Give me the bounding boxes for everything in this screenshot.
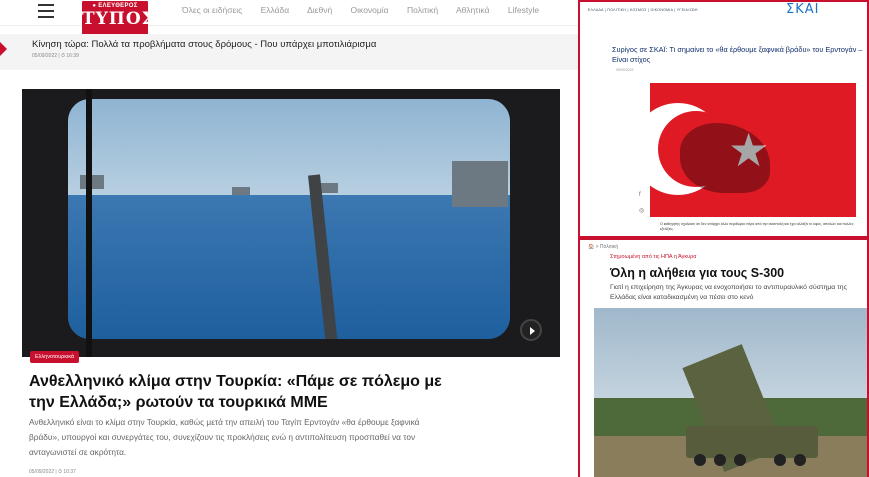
main-nav: Όλες οι ειδήσεις Ελλάδα Διεθνή Οικονομία… [182,5,555,15]
ticker-title[interactable]: Κίνηση τώρα: Πολλά τα προβλήματα στους δ… [32,39,376,50]
truck-wheel [774,454,786,466]
breadcrumb[interactable]: 🏠 > Πολιτική [588,244,618,250]
skai-article-title[interactable]: Συρίγος σε ΣΚΑΪ: Τι σημαίνει το «θα έρθο… [612,45,867,65]
window-frame-view [68,99,510,339]
nav-item-international[interactable]: Διεθνή [307,5,332,15]
image-caption: Ο καθηγητής σχολίασε ότι δεν υπάρχει άλλ… [660,222,854,231]
nav-item-sports[interactable]: Αθλητικά [456,5,490,15]
s300-subtitle: Γιατί η επιχείρηση της Άγκυρας να ενοχοπ… [610,284,847,301]
share-icon[interactable]: ◎ [639,207,644,214]
nav-item-greece[interactable]: Ελλάδα [261,5,290,15]
sky [68,99,510,195]
article-summary: Ανθελληνικό είναι το κλίμα στην Τουρκία,… [29,417,420,457]
play-video-icon[interactable] [520,319,542,341]
logo-line2: ΤΥΠΟΣ [82,9,155,29]
top-navigation-bar: ● ΕΛΕΥΘΕΡΟΣ ΤΥΠΟΣ Όλες οι ειδήσεις Ελλάδ… [0,0,578,37]
ship [80,175,104,189]
skai-article-panel: ΕΛΛΑΔΑ | ΠΟΛΙΤΙΚΗ | ΚΟΣΜΟΣ | ΟΙΚΟΝΟΜΙΑ |… [578,0,869,238]
ticker-arrow-icon [0,42,7,56]
hero-image[interactable] [22,89,560,357]
truck-wheel [734,454,746,466]
ticker-meta: 05/09/2022 | ⏱ 16:39 [32,53,79,59]
site-logo[interactable]: ● ΕΛΕΥΘΕΡΟΣ ΤΥΠΟΣ [82,1,155,37]
ship [232,187,250,195]
skai-nav[interactable]: ΕΛΛΑΔΑ | ΠΟΛΙΤΙΚΗ | ΚΟΣΜΟΣ | ΟΙΚΟΝΟΜΙΑ |… [588,8,698,12]
mast-pole [86,89,92,357]
hamburger-menu-icon[interactable] [38,4,54,18]
article-kicker: Στημοωμένη από τις ΗΠΑ η Άγκυρα [610,254,697,260]
s300-headline[interactable]: Όλη η αλήθεια για τους S-300 [610,266,784,280]
breaking-news-ticker[interactable]: Κίνηση τώρα: Πολλά τα προβλήματα στους δ… [0,34,578,70]
ship [452,161,508,207]
article-headline[interactable]: Ανθελληνικό κλίμα στην Τουρκία: «Πάμε σε… [29,371,469,413]
nav-item-all-news[interactable]: Όλες οι ειδήσεις [182,5,242,15]
skai-article-date: 05/09/2022 [616,68,634,72]
nav-item-politics[interactable]: Πολιτική [407,5,438,15]
turkish-flag-image: ★ [650,83,856,217]
truck-wheel [794,454,806,466]
share-icon[interactable]: f [639,192,641,198]
skai-logo[interactable]: ΣΚΑΪ [786,2,819,17]
s300-article-panel: 🏠 > Πολιτική Στημοωμένη από τις ΗΠΑ η Άγ… [578,238,869,477]
category-badge[interactable]: Ελληνοτουρκικά [30,351,80,363]
truck-wheel [714,454,726,466]
s300-launcher-photo [594,308,867,477]
nav-item-economy[interactable]: Οικονομία [351,5,389,15]
truck-wheel [694,454,706,466]
article-date: 05/09/2022 | ⏱ 10:37 [29,469,76,475]
sea [68,195,510,339]
left-news-panel: ● ΕΛΕΥΘΕΡΟΣ ΤΥΠΟΣ Όλες οι ειδήσεις Ελλάδ… [0,0,578,477]
nav-item-lifestyle[interactable]: Lifestyle [508,5,539,15]
